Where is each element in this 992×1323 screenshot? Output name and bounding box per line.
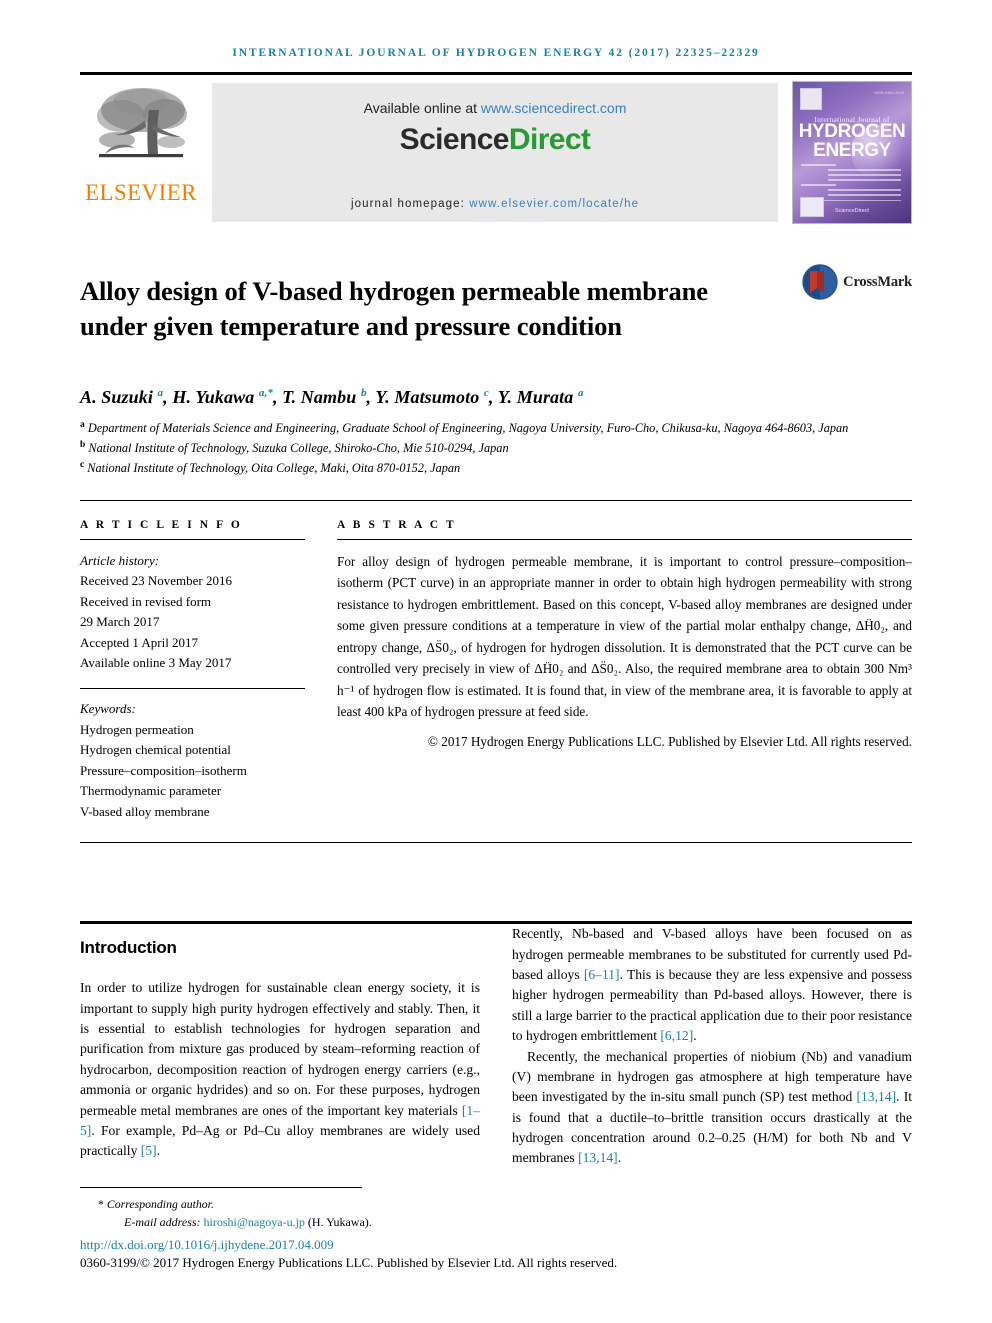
affiliation-c-text: National Institute of Technology, Oita C… (87, 461, 461, 476)
article-info-heading: A R T I C L E I N F O (80, 518, 243, 531)
sciencedirect-url[interactable]: www.sciencedirect.com (481, 100, 627, 116)
abstract-copyright: © 2017 Hydrogen Energy Publications LLC.… (427, 733, 912, 749)
article-info-column: A R T I C L E I N F O Article history: R… (80, 519, 305, 822)
abstract-column: A B S T R A C T For alloy design of hydr… (337, 519, 912, 822)
title-row: Alloy design of V-based hydrogen permeab… (80, 256, 912, 361)
keyword-item: Hydrogen permeation (80, 721, 194, 737)
crossmark-icon (802, 264, 838, 300)
affiliation-a: a Department of Materials Science and En… (80, 420, 849, 436)
intro-paragraph-2: Recently, Nb-based and V-based alloys ha… (512, 926, 912, 1044)
cover-footer-badge (800, 197, 824, 217)
article-history-item: Accepted 1 April 2017 (80, 634, 199, 650)
email-label: E-mail address: (124, 1215, 204, 1230)
page-title: Alloy design of V-based hydrogen permeab… (80, 275, 708, 341)
available-online-prefix: Available online at (363, 100, 481, 116)
affiliation-b-text: National Institute of Technology, Suzuka… (88, 441, 509, 456)
journal-cover-image: ISSN 0360-3199 International Journal of … (792, 81, 912, 224)
email-line: E-mail address: hiroshi@nagoya-u.jp (H. … (98, 1213, 912, 1232)
journal-homepage-line: journal homepage: www.elsevier.com/locat… (212, 198, 778, 210)
abstract-heading: A B S T R A C T (337, 518, 457, 531)
running-head: INTERNATIONAL JOURNAL OF HYDROGEN ENERGY… (232, 47, 760, 59)
sciencedirect-logo[interactable]: ScienceDirect (400, 123, 591, 157)
corresponding-author-text: Corresponding author. (106, 1197, 214, 1212)
affiliation-list: a Department of Materials Science and En… (80, 418, 912, 477)
keyword-item: V-based alloy membrane (80, 803, 210, 819)
keywords-list: Keywords: Hydrogen permeation Hydrogen c… (80, 699, 305, 822)
article-history-label: Article history: (80, 552, 160, 568)
email-address[interactable]: hiroshi@nagoya-u.jp (204, 1215, 305, 1229)
keyword-item: Thermodynamic parameter (80, 783, 222, 799)
elsevier-wordmark: ELSEVIER (85, 180, 197, 205)
article-history-item: Received in revised form (80, 593, 212, 609)
crossmark-badge[interactable]: CrossMark (802, 264, 912, 300)
affiliation-c: c National Institute of Technology, Oita… (80, 460, 461, 476)
corresponding-author-star: * (98, 1197, 104, 1212)
article-history-item: Available online 3 May 2017 (80, 655, 232, 671)
corresponding-author-note: * Corresponding author. E-mail address: … (80, 1195, 912, 1232)
crossmark-label: CrossMark (843, 273, 912, 290)
affiliation-b: b National Institute of Technology, Suzu… (80, 440, 509, 456)
article-history-item: Received 23 November 2016 (80, 573, 232, 589)
keywords-label: Keywords: (80, 700, 136, 716)
sciencedirect-logo-direct: Direct (508, 123, 591, 156)
keywords-rule (80, 687, 305, 689)
sciencedirect-panel: Available online at www.sciencedirect.co… (212, 83, 778, 222)
article-info-rule (80, 538, 305, 540)
body-columns: Introduction In order to utilize hydroge… (80, 924, 912, 1169)
intro-paragraph-1: In order to utilize hydrogen for sustain… (80, 980, 480, 1159)
cover-footer-text: ScienceDirect (835, 208, 869, 214)
info-abstract-block: A R T I C L E I N F O Article history: R… (80, 499, 912, 822)
article-first-page: INTERNATIONAL JOURNAL OF HYDROGEN ENERGY… (0, 0, 992, 1323)
body-column-right: Recently, Nb-based and V-based alloys ha… (512, 924, 912, 1169)
journal-masthead: ELSEVIER Available online at www.science… (80, 72, 912, 230)
keyword-item: Pressure–composition–isotherm (80, 762, 247, 778)
article-history: Article history: Received 23 November 20… (80, 551, 305, 674)
journal-homepage-label: journal homepage: (350, 198, 470, 210)
cover-logo-badge (800, 88, 822, 110)
cover-issn-text: ISSN 0360-3199 (874, 90, 904, 95)
affiliation-a-text: Department of Materials Science and Engi… (87, 421, 849, 436)
abstract-text: For alloy design of hydrogen permeable m… (337, 553, 912, 720)
keyword-item: Hydrogen chemical potential (80, 742, 231, 758)
author-list: A. Suzuki a, H. Yukawa a,*, T. Nambu b, … (80, 387, 584, 408)
article-history-item: 29 March 2017 (80, 614, 160, 630)
page-footer: * Corresponding author. E-mail address: … (80, 1187, 912, 1271)
body-column-left: Introduction In order to utilize hydroge… (80, 924, 480, 1169)
journal-homepage-url[interactable]: www.elsevier.com/locate/he (469, 198, 639, 210)
sciencedirect-logo-science: Science (399, 123, 510, 156)
footer-rule (80, 1187, 362, 1189)
elsevier-logo: ELSEVIER (80, 75, 202, 230)
email-owner: (H. Yukawa). (304, 1215, 372, 1230)
elsevier-tree-icon (97, 88, 187, 158)
section-title-introduction: Introduction (80, 938, 177, 958)
intro-paragraph-3: Recently, the mechanical properties of n… (512, 1048, 912, 1166)
cover-text-lines (801, 164, 903, 199)
doi-link[interactable]: http://dx.doi.org/10.1016/j.ijhydene.201… (80, 1237, 912, 1253)
abstract-rule (337, 538, 912, 540)
cover-divider (821, 200, 901, 201)
available-online-line: Available online at www.sciencedirect.co… (364, 100, 627, 116)
issn-copyright-line: 0360-3199/© 2017 Hydrogen Energy Publica… (80, 1255, 618, 1270)
abstract-bottom-rule (80, 842, 912, 844)
